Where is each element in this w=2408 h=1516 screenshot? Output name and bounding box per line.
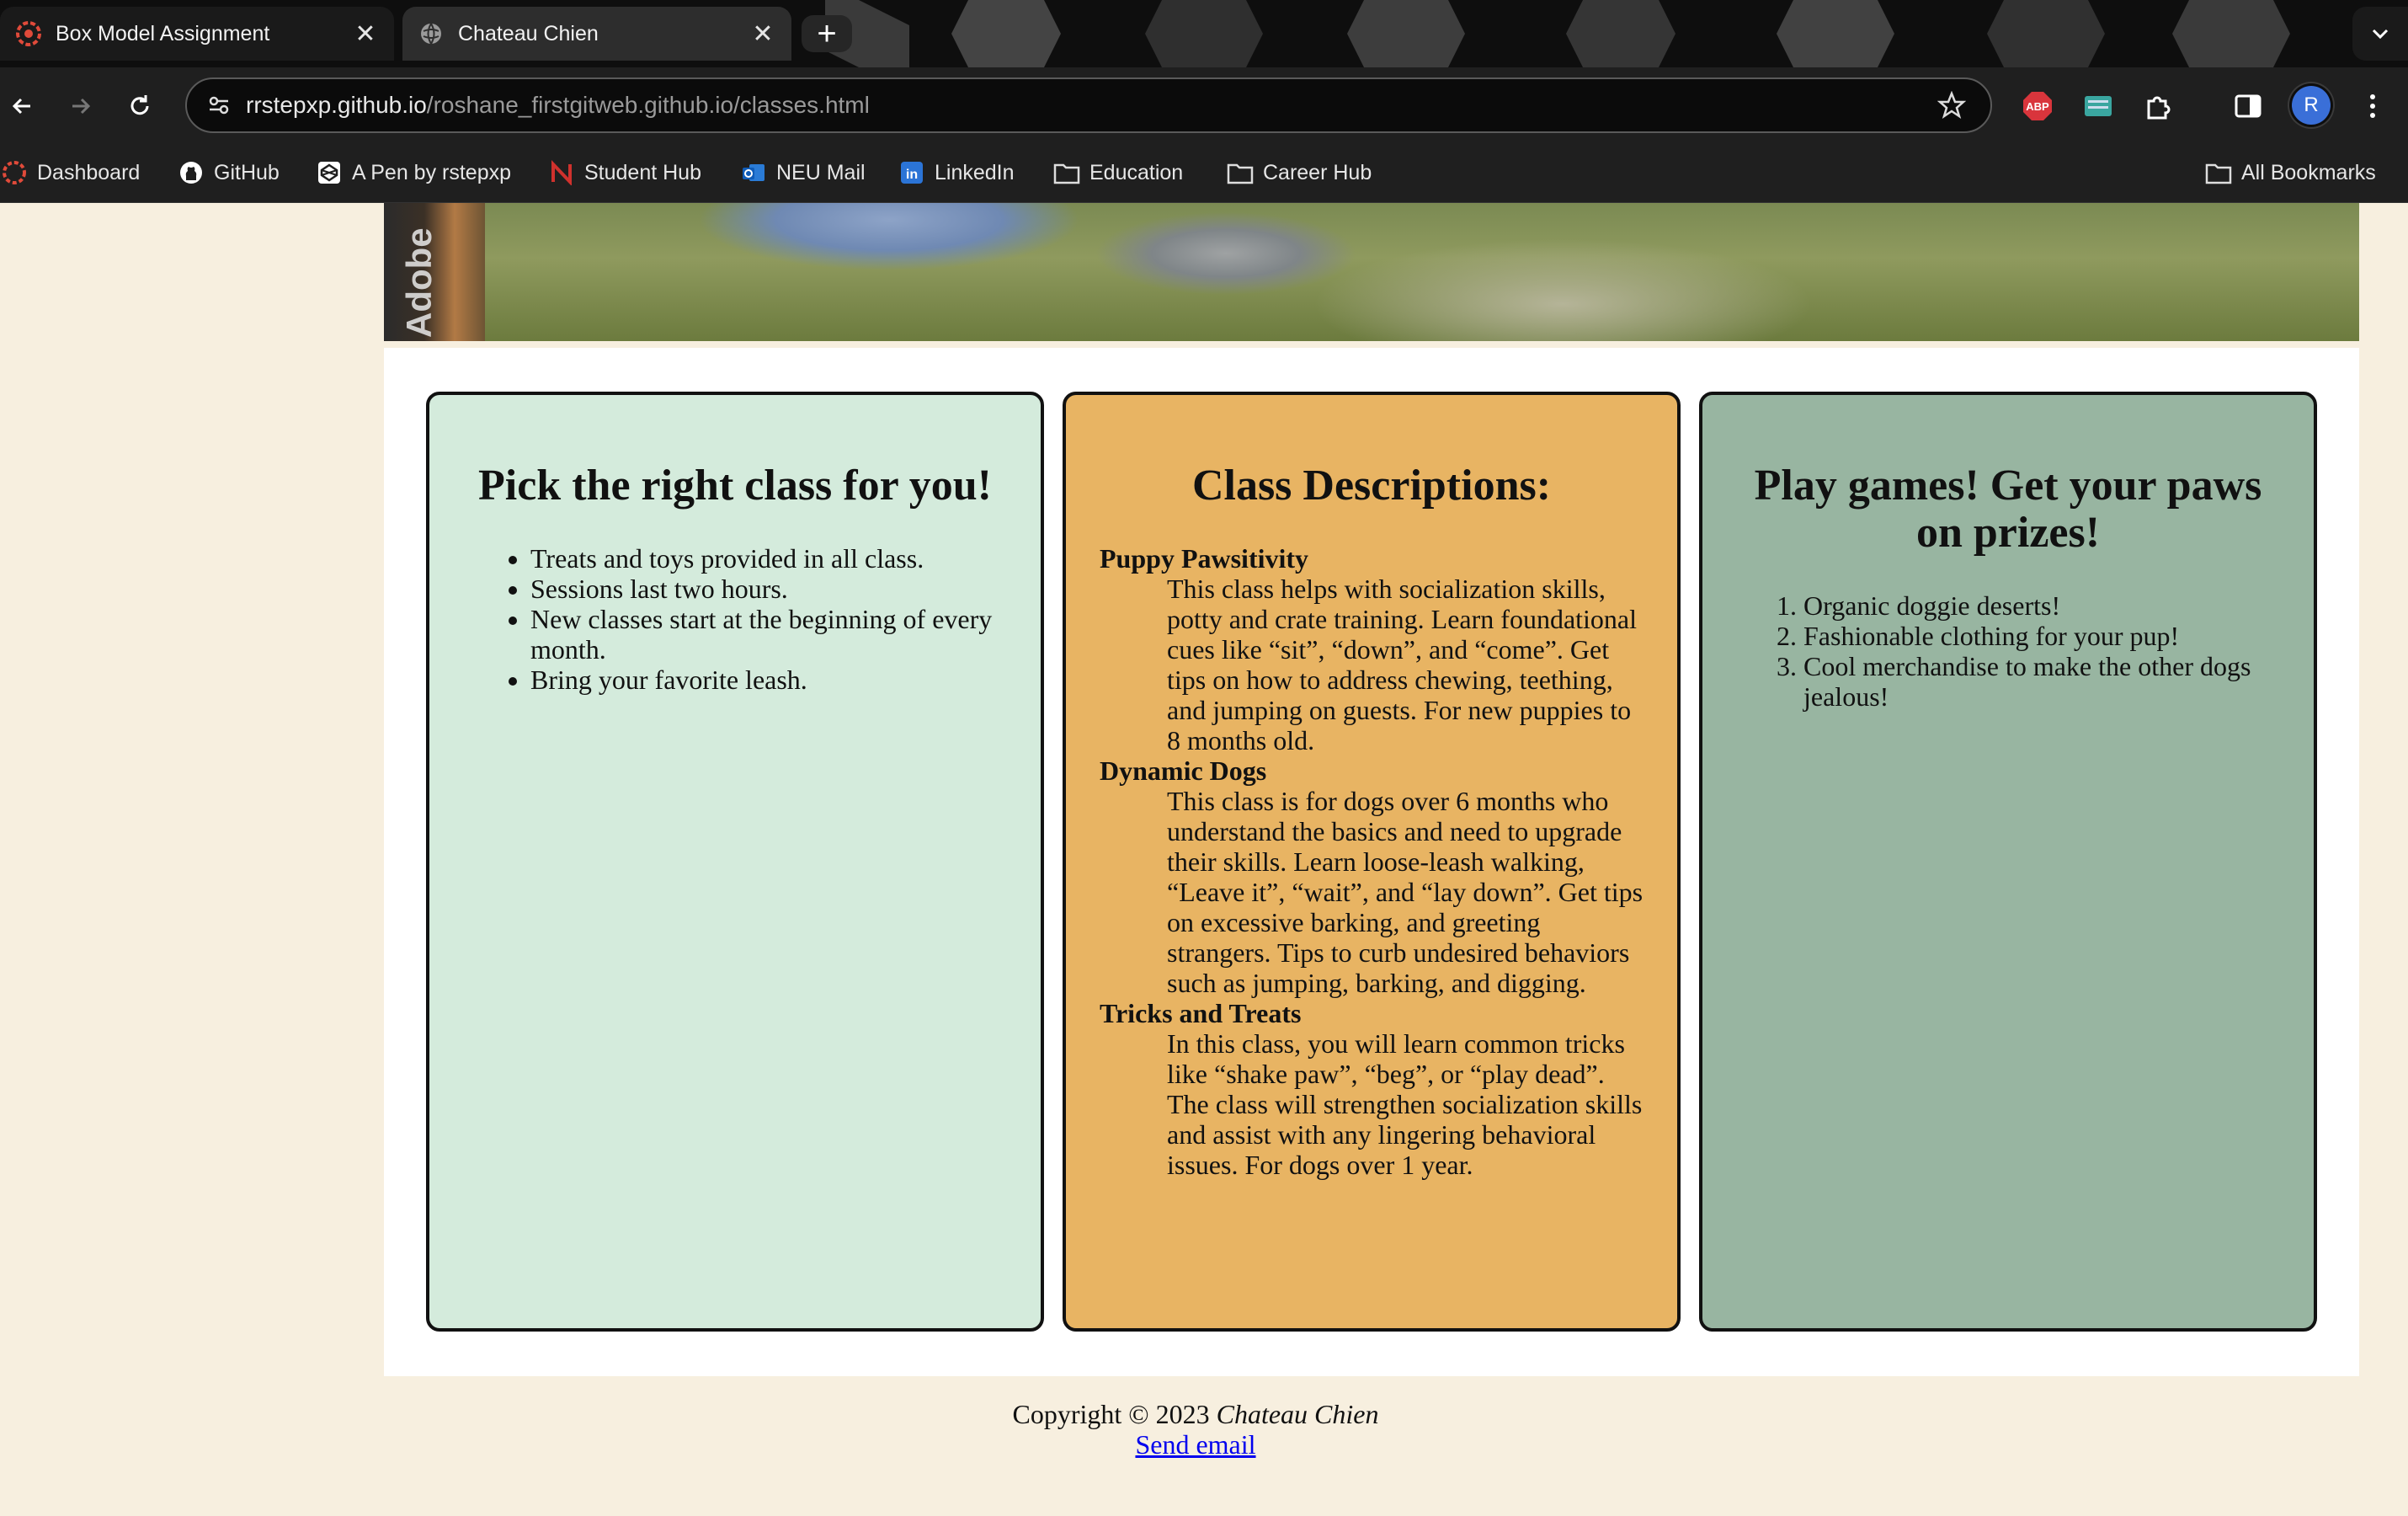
class-name: Dynamic Dogs [1100,755,1267,786]
list-item: Organic doggie deserts! [1803,590,2280,621]
codepen-favicon-icon [15,20,42,47]
class-description: This class is for dogs over 6 months who… [1167,786,1644,998]
page-footer: Copyright © 2023 Chateau Chien Send emai… [0,1399,2391,1460]
class-description: In this class, you will learn common tri… [1167,1028,1643,1180]
adblock-plus-label: ABP [2026,100,2049,113]
tab-box-model-assignment[interactable]: Box Model Assignment ✕ [0,7,394,61]
list-item: New classes start at the beginning of ev… [530,604,1007,665]
page-viewport: Adobe Pick the right class for you! Trea… [0,203,2408,1516]
tab-search-button[interactable] [2352,7,2408,61]
class-cards-section: Pick the right class for you! Treats and… [384,348,2359,1376]
svg-text:in: in [906,168,918,182]
bookmark-label: Dashboard [37,160,141,184]
card-play-games: Play games! Get your paws on prizes! Org… [1699,392,2317,1332]
close-tab-icon[interactable]: ✕ [349,17,382,51]
outlook-icon [739,158,768,187]
hero-watermark: Adobe [399,227,439,338]
bookmark-linkedin[interactable]: in LinkedIn [898,157,1015,189]
bookmark-folder-career-hub[interactable]: Career Hub [1226,157,1372,189]
bookmark-label: LinkedIn [935,160,1015,184]
back-button[interactable] [0,84,44,128]
arrow-right-icon [72,98,91,115]
url-text: rrstepxp.github.io/roshane_firstgitweb.g… [246,92,1933,119]
list-item: Bring your favorite leash. [530,665,1007,695]
reload-button[interactable] [118,84,162,128]
class-name: Tricks and Treats [1100,998,1302,1028]
folder-icon [2204,158,2233,187]
folder-icon [1226,158,1255,187]
copyright-text: Copyright © 2023 [1012,1399,1210,1429]
close-tab-icon[interactable]: ✕ [746,17,780,51]
bookmark-label: A Pen by rstepxp [352,160,512,184]
card-title: Class Descriptions: [1191,462,1552,510]
theme-background-hexagons [825,0,2290,67]
copyright-line: Copyright © 2023 Chateau Chien [0,1399,2391,1429]
all-bookmarks-label: All Bookmarks [2241,160,2376,184]
card-pick-class: Pick the right class for you! Treats and… [426,392,1044,1332]
forward-button[interactable] [59,84,103,128]
adblock-plus-icon[interactable]: ABP [2019,88,2056,125]
class-name: Puppy Pawsitivity [1100,543,1309,574]
site-info-icon[interactable] [202,88,236,122]
class-description-list: Puppy Pawsitivity This class helps with … [1100,543,1644,1180]
hero-image: Adobe [384,203,2359,341]
codepen-icon [315,158,344,187]
bookmark-star-icon[interactable] [1933,87,1970,124]
bookmark-label: Education [1089,160,1184,184]
github-icon [177,158,205,187]
bookmark-folder-education[interactable]: Education [1052,157,1183,189]
folder-icon [1052,158,1081,187]
brand-name: Chateau Chien [1216,1399,1379,1429]
card-title: Pick the right class for you! [478,462,992,510]
puzzle-icon[interactable] [2140,88,2177,125]
card-title: Play games! Get your paws on prizes! [1754,462,2262,557]
bookmark-label: Student Hub [584,160,701,184]
linkedin-icon: in [898,158,926,187]
browser-toolbar: rrstepxp.github.io/roshane_firstgitweb.g… [0,67,2408,143]
url-path: /roshane_firstgitweb.github.io/classes.h… [426,92,870,118]
tab-title: Chateau Chien [458,21,599,45]
prizes-list: Organic doggie deserts! Fashionable clot… [1702,590,2314,712]
tab-chateau-chien[interactable]: Chateau Chien ✕ [402,7,791,61]
dashboard-icon [0,158,29,187]
bookmarks-bar: Dashboard GitHub A Pen by rstepxp Studen… [0,143,2408,203]
list-item: Fashionable clothing for your pup! [1803,621,2280,651]
globe-icon [418,20,445,47]
extension-icon[interactable] [2080,88,2117,125]
bookmark-a-pen[interactable]: A Pen by rstepxp [315,157,511,189]
chevron-down-icon [2372,29,2389,40]
bookmark-dashboard[interactable]: Dashboard [0,157,140,189]
arrow-left-icon [12,98,30,115]
bookmark-neu-mail[interactable]: NEU Mail [739,157,866,189]
more-menu-icon[interactable] [2354,88,2391,125]
class-info-list: Treats and toys provided in all class. S… [429,543,1041,695]
bookmark-label: NEU Mail [776,160,866,184]
class-description: This class helps with socialization skil… [1167,574,1638,755]
address-bar[interactable]: rrstepxp.github.io/roshane_firstgitweb.g… [185,77,1992,133]
tab-strip: Box Model Assignment ✕ Chateau Chien ✕ + [0,0,2408,67]
list-item: Sessions last two hours. [530,574,1007,604]
list-item: Treats and toys provided in all class. [530,543,1007,574]
send-email-link[interactable]: Send email [1135,1429,1255,1460]
new-tab-button[interactable]: + [802,15,852,52]
profile-avatar[interactable]: R [2292,86,2331,125]
url-host: rrstepxp.github.io [246,92,427,118]
tab-title: Box Model Assignment [56,21,270,45]
card-class-descriptions: Class Descriptions: Puppy Pawsitivity Th… [1063,392,1681,1332]
bookmark-student-hub[interactable]: Student Hub [547,157,701,189]
bookmark-label: Career Hub [1263,160,1372,184]
bookmark-github[interactable]: GitHub [177,157,280,189]
reload-icon [131,95,149,115]
all-bookmarks-button[interactable]: All Bookmarks [2204,157,2376,189]
bookmark-label: GitHub [214,160,280,184]
side-panel-icon[interactable] [2230,88,2267,125]
list-item: Cool merchandise to make the other dogs … [1803,651,2280,712]
northeastern-icon [547,158,576,187]
